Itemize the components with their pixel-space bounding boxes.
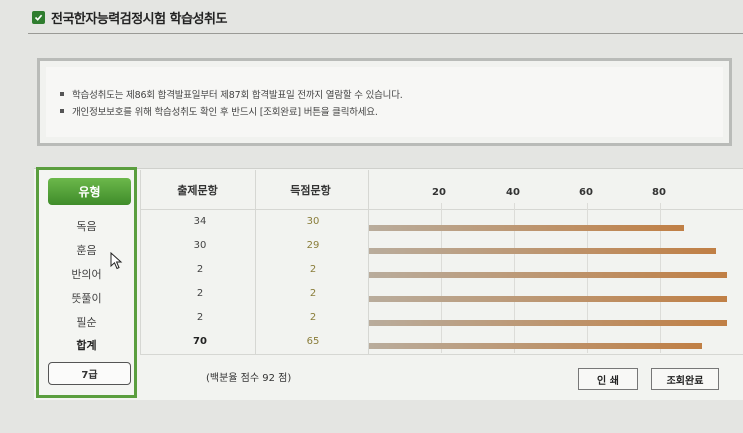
type-header: 유형: [48, 178, 131, 205]
bullet-icon: [60, 91, 64, 96]
level-badge: 7급: [48, 362, 131, 385]
table-divider: [255, 170, 256, 355]
done-button[interactable]: 조회완료: [651, 368, 719, 390]
correct-cell: 2: [309, 312, 317, 323]
score-bar-total: [369, 343, 702, 349]
axis-tick: 20: [432, 187, 446, 198]
score-bar: [369, 248, 717, 254]
type-column: 유형 독음 훈음 반의어 뜻풀이 필순 합계 7급: [36, 167, 137, 398]
page-title: 전국한자능력검정시험 학습성취도: [51, 12, 227, 27]
type-label: 독음: [76, 220, 97, 233]
title-divider: [28, 33, 743, 34]
score-bar: [369, 296, 727, 302]
questions-cell: 2: [196, 264, 204, 275]
questions-cell: 34: [193, 216, 207, 227]
notice-box: 학습성취도는 제86회 합격발표일부터 제87회 합격발표일 전까지 열람할 수…: [37, 58, 732, 146]
table-footer-divider: [140, 354, 743, 355]
percentile-score: (백분율 점수 92 점): [206, 373, 292, 384]
questions-total-cell: 70: [193, 336, 207, 347]
questions-header: 출제문항: [177, 184, 218, 197]
table-divider: [368, 170, 369, 355]
questions-cell: 2: [196, 288, 204, 299]
correct-header: 득점문항: [290, 184, 331, 197]
questions-cell: 30: [193, 240, 207, 251]
axis-tick: 40: [506, 187, 520, 198]
axis-tick: 80: [652, 187, 666, 198]
correct-cell: 2: [309, 264, 317, 275]
score-bar: [369, 225, 685, 231]
mouse-cursor-icon: [110, 252, 123, 270]
type-total-label: 합계: [76, 339, 97, 352]
correct-cell: 30: [306, 216, 320, 227]
notice-line: 학습성취도는 제86회 합격발표일부터 제87회 합격발표일 전까지 열람할 수…: [60, 85, 723, 102]
type-label: 뜻풀이: [71, 292, 102, 305]
score-bar: [369, 272, 727, 278]
notice-line: 개인정보보호를 위해 학습성취도 확인 후 반드시 [조회완료] 버튼을 클릭하…: [60, 102, 723, 119]
title-bar: 전국한자능력검정시험 학습성취도: [32, 8, 227, 27]
bullet-icon: [60, 108, 64, 113]
table-divider: [140, 170, 141, 355]
correct-total-cell: 65: [306, 336, 320, 347]
correct-cell: 29: [306, 240, 320, 251]
questions-cell: 2: [196, 312, 204, 323]
checkbox-icon: [32, 11, 45, 24]
type-label: 필순: [76, 316, 97, 329]
print-button[interactable]: 인 쇄: [578, 368, 638, 390]
score-bar: [369, 320, 727, 326]
axis-tick: 60: [579, 187, 593, 198]
correct-cell: 2: [309, 288, 317, 299]
